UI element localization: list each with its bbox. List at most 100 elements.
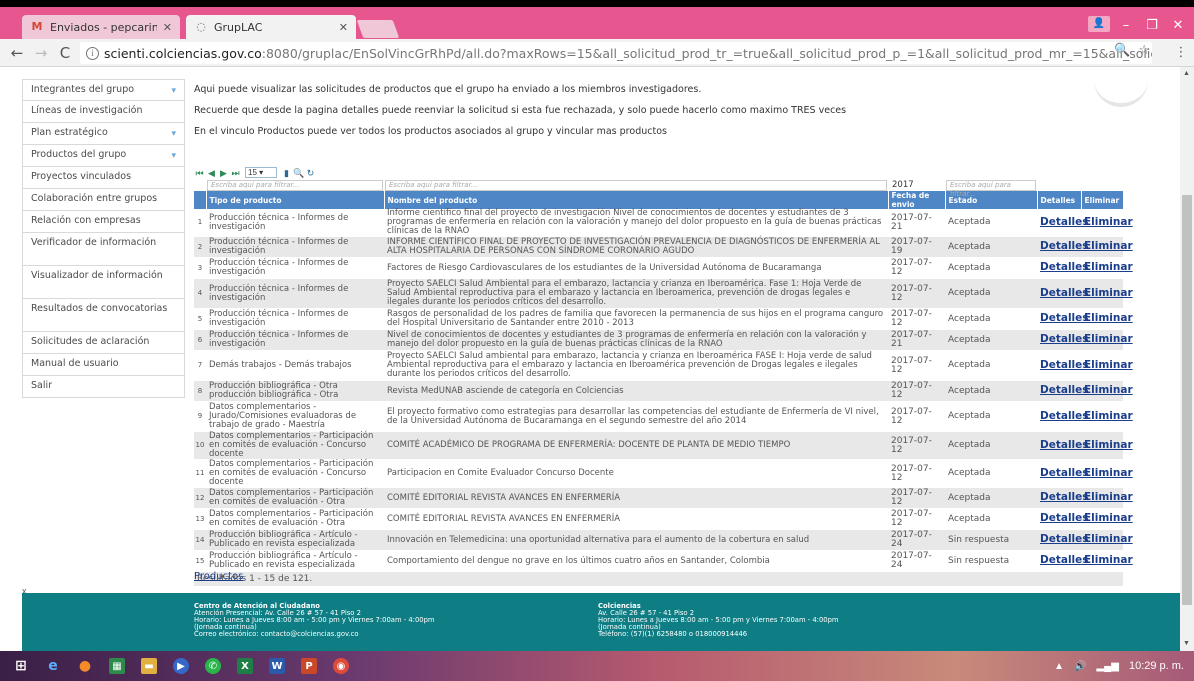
scrollbar-thumb[interactable] [1182,195,1192,605]
sidebar-item-manual[interactable]: Manual de usuario [22,354,185,376]
detalles-link[interactable]: Detalles [1040,410,1089,422]
close-icon[interactable]: ✕ [163,21,172,34]
nombre-filter-input[interactable]: Escriba aqui para filtrar... [385,179,887,191]
eliminar-link[interactable]: Eliminar [1084,512,1133,524]
eliminar-link[interactable]: Eliminar [1084,359,1133,371]
detalles-link[interactable]: Detalles [1040,261,1089,273]
detalles-link[interactable]: Detalles [1040,240,1089,252]
eliminar-link[interactable]: Eliminar [1084,533,1133,545]
window-close-icon[interactable]: ✕ [1164,17,1192,35]
eliminar-link[interactable]: Eliminar [1084,384,1133,396]
last-page-icon[interactable]: ⏭ [230,168,241,178]
zoom-icon[interactable]: 🔍 [1114,39,1130,61]
sidebar-item-verificador[interactable]: Verificador de información [22,233,185,266]
sidebar-item-proyectos[interactable]: Proyectos vinculados [22,167,185,189]
first-page-icon[interactable]: ⏮ [194,168,205,178]
rows-per-page-select[interactable]: 15 ▾ [245,167,277,178]
nombre-cell: Informe científico final del proyecto de… [384,209,888,237]
browser-menu-icon[interactable]: ⋮ [1172,44,1190,62]
sidebar-item-colaboracion[interactable]: Colaboración entre grupos [22,189,185,211]
sidebar-item-productos[interactable]: Productos del grupo ▾ [22,145,185,167]
tipo-filter-input[interactable]: Escriba aqui para filtrar... [207,179,383,191]
sidebar-item-lineas[interactable]: Líneas de investigación [22,101,185,123]
estado-filter-input[interactable]: Escriba aqui para filtrar... [946,179,1036,198]
file-explorer-icon[interactable]: ▬ [134,651,164,681]
sidebar-item-relacion[interactable]: Relación con empresas [22,211,185,233]
tab-gruplac[interactable]: ◌ GrupLAC ✕ [186,15,356,39]
refresh-icon[interactable]: ↻ [305,168,316,178]
row-number: 1 [194,209,206,237]
detalles-link[interactable]: Detalles [1040,491,1089,503]
clock[interactable]: 10:29 p. m. [1129,660,1184,672]
scroll-up-icon[interactable]: ▲ [1183,70,1190,77]
eliminar-link[interactable]: Eliminar [1084,333,1133,345]
sidebar-item-solicitudes[interactable]: Solicitudes de aclaración [22,332,185,354]
vertical-scrollbar[interactable]: ▲ ▼ [1180,67,1194,658]
internet-explorer-icon[interactable]: e [38,651,68,681]
eliminar-link[interactable]: Eliminar [1084,312,1133,324]
close-icon[interactable]: ✕ [339,21,348,34]
column-header-fecha[interactable]: Fecha de envio [888,191,946,209]
word-icon[interactable]: W [262,651,292,681]
user-profile-icon[interactable]: 👤 [1088,16,1110,32]
reload-icon[interactable]: C [56,44,74,62]
firefox-icon[interactable]: ● [70,651,100,681]
productos-link[interactable]: Productos [194,571,243,582]
detalles-link[interactable]: Detalles [1040,384,1089,396]
estado-cell: Sin respuesta [945,529,1037,551]
detalles-link[interactable]: Detalles [1040,467,1089,479]
detalles-link[interactable]: Detalles [1040,439,1089,451]
eliminar-link[interactable]: Eliminar [1084,216,1133,228]
bookmark-star-icon[interactable]: ☆ [1138,39,1150,61]
sidebar-item-integrantes[interactable]: Integrantes del grupo ▾ [22,79,185,101]
eliminar-link[interactable]: Eliminar [1084,240,1133,252]
column-header-tipo[interactable]: Tipo de producto [206,191,385,209]
next-page-icon[interactable]: ▶ [218,168,229,178]
eliminar-link[interactable]: Eliminar [1084,410,1133,422]
eliminar-link[interactable]: Eliminar [1084,467,1133,479]
detalles-link[interactable]: Detalles [1040,533,1089,545]
minimize-icon[interactable]: – [1112,17,1140,35]
back-arrow-icon[interactable]: ← [8,44,26,62]
eliminar-link[interactable]: Eliminar [1084,261,1133,273]
excel-icon[interactable]: X [230,651,260,681]
sidebar-item-resultados[interactable]: Resultados de convocatorias [22,299,185,332]
eliminar-link[interactable]: Eliminar [1084,287,1133,299]
volume-icon[interactable]: 🔊 [1074,661,1086,672]
detalles-link[interactable]: Detalles [1040,287,1089,299]
url-input[interactable]: i scienti.colciencias.gov.co:8080/grupla… [80,42,1152,64]
new-tab-button[interactable] [356,20,400,38]
search-icon[interactable]: 🔍 [293,168,304,178]
sidebar-item-visualizador[interactable]: Visualizador de información [22,266,185,299]
network-signal-icon[interactable]: ▂▄▆ [1096,661,1118,672]
powerpoint-icon[interactable]: P [294,651,324,681]
windows-start-icon[interactable]: ⊞ [6,651,36,681]
prev-page-icon[interactable]: ◀ [206,168,217,178]
detalles-link[interactable]: Detalles [1040,216,1089,228]
media-player-icon[interactable]: ▶ [166,651,196,681]
sidebar-item-salir[interactable]: Salir [22,376,185,398]
chrome-icon[interactable]: ◉ [326,651,356,681]
column-header-nombre[interactable]: Nombre del producto [384,191,889,209]
sidebar-item-plan[interactable]: Plan estratégico ▾ [22,123,185,145]
fecha-filter-input[interactable]: 2017 [889,180,944,190]
scroll-down-icon[interactable]: ▼ [1183,640,1190,647]
eliminar-link[interactable]: Eliminar [1084,439,1133,451]
eliminar-link[interactable]: Eliminar [1084,491,1133,503]
detalles-link[interactable]: Detalles [1040,554,1089,566]
filter-icon[interactable]: ▮ [281,168,292,178]
show-hidden-icons-icon[interactable]: ▲ [1054,661,1064,672]
footer-email-link[interactable]: Correo electrónico: contacto@colciencias… [194,631,435,638]
detalles-link[interactable]: Detalles [1040,359,1089,371]
store-icon[interactable]: ▦ [102,651,132,681]
tab-gmail[interactable]: M Enviados - pepcaring@u ✕ [22,15,180,39]
detalles-link[interactable]: Detalles [1040,312,1089,324]
eliminar-link[interactable]: Eliminar [1084,554,1133,566]
tipo-cell: Datos complementarios - Participación en… [206,487,384,509]
info-icon[interactable]: i [86,46,99,60]
whatsapp-icon[interactable]: ✆ [198,651,228,681]
restore-icon[interactable]: ❐ [1138,17,1166,35]
forward-arrow-icon[interactable]: → [32,44,50,62]
detalles-link[interactable]: Detalles [1040,333,1089,345]
detalles-link[interactable]: Detalles [1040,512,1089,524]
